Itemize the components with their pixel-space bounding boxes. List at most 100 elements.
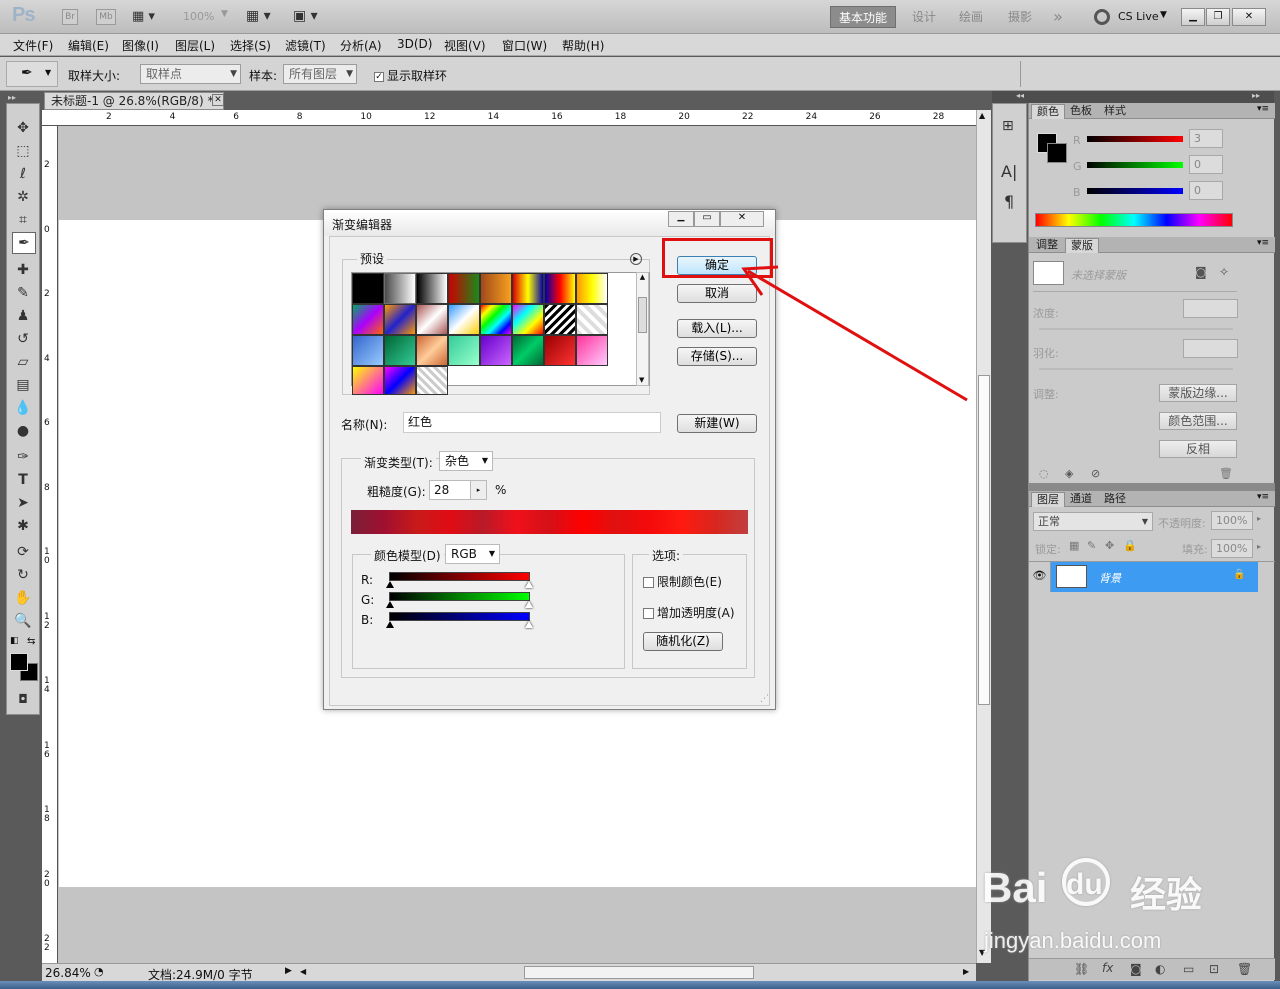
menu-filter[interactable]: 滤镜(T) xyxy=(285,37,326,54)
clone-stamp-tool-icon[interactable]: ♟ xyxy=(12,306,34,326)
tool-preset-picker[interactable]: ✒ ▼ xyxy=(6,61,58,87)
tab-channels[interactable]: 通道 xyxy=(1065,492,1097,507)
layer-name[interactable]: 背景 xyxy=(1099,570,1121,586)
dialog-close-icon[interactable]: ✕ xyxy=(720,211,764,227)
b-channel-slider[interactable] xyxy=(389,612,530,621)
opacity-slider-icon[interactable]: ▸ xyxy=(1257,514,1261,523)
layer-fx-icon[interactable]: fx xyxy=(1102,961,1113,975)
3d-rotate-tool-icon[interactable]: ⟳ xyxy=(12,542,34,562)
invert-button[interactable]: 反相 xyxy=(1159,440,1237,458)
vertical-scrollbar[interactable]: ▲ ▼ xyxy=(976,110,991,963)
swap-colors-icon[interactable]: ⇆ xyxy=(27,636,35,647)
path-selection-tool-icon[interactable]: ➤ xyxy=(12,493,34,513)
shape-tool-icon[interactable]: ✱ xyxy=(12,516,34,536)
lock-transparent-icon[interactable]: ▦ xyxy=(1069,539,1079,552)
preset-swatch[interactable] xyxy=(416,304,448,335)
blur-tool-icon[interactable]: 💧 xyxy=(12,398,34,418)
preset-swatch[interactable] xyxy=(416,366,448,395)
healing-brush-tool-icon[interactable]: ✚ xyxy=(12,260,34,280)
eyedropper-tool-icon[interactable]: ✒ xyxy=(12,232,36,254)
menu-layer[interactable]: 图层(L) xyxy=(175,37,215,54)
workspace-painting[interactable]: 绘画 xyxy=(952,6,990,28)
preset-swatch[interactable] xyxy=(512,304,544,335)
preset-swatch[interactable] xyxy=(352,304,384,335)
g-min-stop[interactable] xyxy=(386,601,394,608)
presets-menu-icon[interactable]: ▶ xyxy=(630,253,642,265)
collapse-toolbar-icon[interactable]: ▸▸ xyxy=(8,93,16,102)
layer-visibility-eye-icon[interactable]: 👁 xyxy=(1029,562,1051,592)
panel-menu-icon[interactable]: ▾≡ xyxy=(1257,238,1269,248)
lock-position-icon[interactable]: ✥ xyxy=(1105,539,1114,552)
workspace-photography[interactable]: 摄影 xyxy=(1000,6,1040,28)
zoom-tool-icon[interactable]: 🔍 xyxy=(12,611,34,631)
layer-row-background[interactable]: 背景 🔒 xyxy=(1051,562,1258,592)
tab-swatches[interactable]: 色板 xyxy=(1065,104,1097,119)
scroll-down-icon[interactable]: ▼ xyxy=(639,376,644,384)
dodge-tool-icon[interactable]: ● xyxy=(12,421,34,441)
eraser-tool-icon[interactable]: ▱ xyxy=(12,352,34,372)
cs-live-button[interactable]: CS Live xyxy=(1118,10,1159,23)
color-g-slider[interactable] xyxy=(1087,162,1183,168)
show-sampling-ring-checkbox[interactable]: ✓ 显示取样环 xyxy=(374,67,447,84)
pen-tool-icon[interactable]: ✑ xyxy=(12,447,34,467)
preset-swatch[interactable] xyxy=(544,335,576,366)
zoom-chevron-down-icon[interactable]: ▼ xyxy=(221,9,228,19)
menu-select[interactable]: 选择(S) xyxy=(230,37,271,54)
new-button[interactable]: 新建(W) xyxy=(677,414,757,433)
menu-image[interactable]: 图像(I) xyxy=(122,37,159,54)
scroll-left-icon[interactable]: ◀ xyxy=(300,967,306,976)
close-button[interactable]: ✕ xyxy=(1232,8,1266,26)
move-tool-icon[interactable]: ✥ xyxy=(12,118,34,138)
panel-menu-icon[interactable]: ▾≡ xyxy=(1257,104,1269,114)
lock-pixels-icon[interactable]: ✎ xyxy=(1087,539,1096,552)
delete-mask-icon[interactable]: 🗑 xyxy=(1219,467,1233,480)
menu-view[interactable]: 视图(V) xyxy=(444,37,486,54)
quick-mask-icon[interactable]: ◘ xyxy=(12,689,34,709)
color-model-select[interactable]: RGB ▼ xyxy=(445,544,500,564)
presets-scrollbar[interactable]: ▲ ▼ xyxy=(636,272,649,386)
preset-swatch[interactable] xyxy=(416,335,448,366)
paragraph-panel-icon[interactable]: ¶ xyxy=(1004,192,1014,211)
r-max-stop[interactable] xyxy=(525,581,533,588)
arrange-documents-icon[interactable]: ▦ ▾ xyxy=(246,8,271,24)
tab-adjustments[interactable]: 调整 xyxy=(1031,238,1063,253)
lasso-tool-icon[interactable]: ℓ xyxy=(12,164,34,184)
type-tool-icon[interactable]: T xyxy=(12,470,34,490)
menu-window[interactable]: 窗口(W) xyxy=(502,37,547,54)
preset-swatch[interactable] xyxy=(384,335,416,366)
add-mask-icon[interactable]: ◙ xyxy=(1130,962,1142,976)
color-b-slider[interactable] xyxy=(1087,188,1183,194)
density-slider[interactable] xyxy=(1039,328,1233,330)
scroll-up-icon[interactable]: ▲ xyxy=(979,111,985,120)
view-extras-icon[interactable]: ▦ ▾ xyxy=(132,9,162,25)
delete-layer-icon[interactable]: 🗑 xyxy=(1237,962,1252,976)
blend-mode-select[interactable]: 正常 ▼ xyxy=(1033,512,1153,531)
feather-slider[interactable] xyxy=(1039,368,1233,370)
collapse-dock-icon[interactable]: ◂◂ xyxy=(1016,91,1024,100)
hand-tool-icon[interactable]: ✋ xyxy=(12,588,34,608)
preset-swatch[interactable] xyxy=(448,335,480,366)
close-tab-icon[interactable]: ✕ xyxy=(212,94,224,106)
lock-all-icon[interactable]: 🔒 xyxy=(1123,539,1137,552)
preset-swatch[interactable] xyxy=(576,273,608,304)
preset-swatch[interactable] xyxy=(384,273,416,304)
b-max-stop[interactable] xyxy=(525,621,533,628)
preset-swatch[interactable] xyxy=(576,335,608,366)
color-spectrum-bar[interactable] xyxy=(1035,213,1233,227)
r-channel-slider[interactable] xyxy=(389,572,530,581)
character-panel-icon[interactable]: A| xyxy=(1001,162,1017,181)
color-b-input[interactable]: 0 xyxy=(1189,181,1223,200)
name-input[interactable]: 红色 xyxy=(403,412,661,433)
mask-edge-button[interactable]: 蒙版边缘... xyxy=(1159,384,1237,402)
add-transparency-checkbox[interactable]: 增加透明度(A) xyxy=(643,604,735,621)
preset-swatch[interactable] xyxy=(384,366,416,395)
document-tab[interactable]: 未标题-1 @ 26.8%(RGB/8) * ✕ xyxy=(44,92,224,110)
scroll-right-icon[interactable]: ▶ xyxy=(963,967,969,976)
gradient-tool-icon[interactable]: ▤ xyxy=(12,375,34,395)
preset-swatch[interactable] xyxy=(512,335,544,366)
panel-menu-icon[interactable]: ▾≡ xyxy=(1257,492,1269,502)
menu-3d[interactable]: 3D(D) xyxy=(397,37,432,51)
history-panel-icon[interactable]: ⊞ xyxy=(1002,118,1014,134)
workspace-design[interactable]: 设计 xyxy=(905,6,943,28)
resize-grip-icon[interactable]: ⋰ xyxy=(760,694,769,704)
